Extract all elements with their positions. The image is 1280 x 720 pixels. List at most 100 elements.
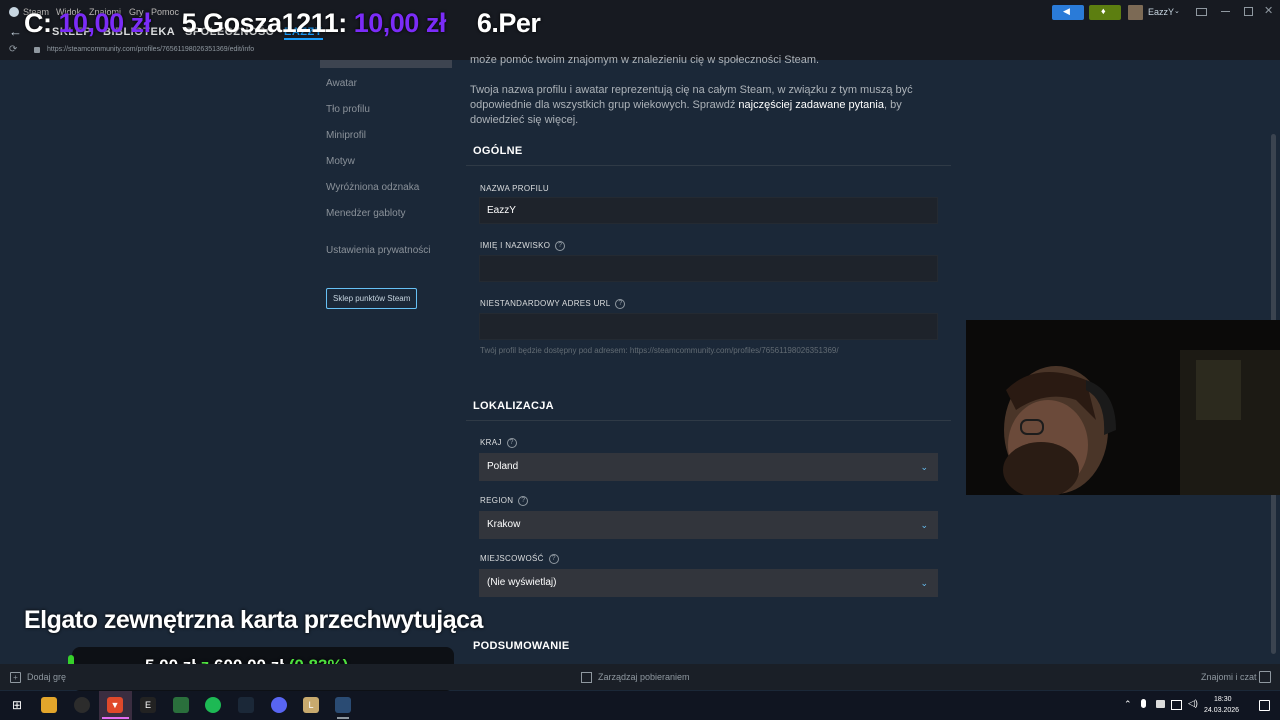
notifications-button[interactable]: ♦ [1089, 5, 1121, 20]
league-of-legends-icon[interactable]: L [303, 697, 319, 713]
big-picture-icon[interactable] [1196, 8, 1207, 16]
chevron-down-icon: ⌄ [920, 520, 928, 530]
nav-item-privacy[interactable]: Ustawienia prywatności [326, 245, 431, 256]
ticker-name: Per [498, 8, 541, 38]
obs-icon[interactable] [74, 697, 90, 713]
divider [466, 420, 951, 421]
steam-bottom-bar: + Dodaj grę Zarządzaj pobieraniem Znajom… [0, 664, 1280, 690]
custom-url-input[interactable] [479, 313, 938, 340]
nav-item-avatar[interactable]: Awatar [326, 78, 357, 89]
notification-center-icon[interactable] [1259, 700, 1270, 711]
user-menu[interactable]: EazzY ⌄ [1128, 5, 1184, 20]
region-label: REGION? [480, 496, 529, 506]
real-name-label: IMIĘ I NAZWISKO? [480, 241, 566, 251]
country-value: Poland [487, 461, 519, 472]
spotify-icon[interactable] [205, 697, 221, 713]
help-icon[interactable]: ? [518, 496, 529, 506]
real-name-label-text: IMIĘ I NAZWISKO [480, 241, 551, 251]
summary-heading: PODSUMOWANIE [473, 640, 570, 652]
city-value: (Nie wyświetlaj) [487, 577, 557, 588]
custom-url-label: NIESTANDARDOWY ADRES URL? [480, 299, 626, 309]
profile-name-input[interactable]: EazzY [479, 197, 938, 224]
lock-icon [34, 47, 40, 53]
close-icon[interactable]: ✕ [1264, 4, 1273, 17]
chevron-down-icon: ⌄ [1174, 8, 1180, 15]
app-icon[interactable] [173, 697, 189, 713]
add-game-button[interactable]: Dodaj grę [27, 672, 66, 682]
custom-url-label-text: NIESTANDARDOWY ADRES URL [480, 299, 611, 309]
points-shop-button[interactable]: Sklep punktów Steam [326, 288, 418, 309]
maximize-icon[interactable] [1244, 7, 1253, 16]
nav-item-showcase-manager[interactable]: Menedżer gabloty [326, 208, 406, 219]
ticker-name: Gosza1211: [203, 8, 347, 38]
network-icon[interactable] [1171, 700, 1182, 710]
discord-icon[interactable] [271, 697, 287, 713]
donation-ticker: C: 10,00 zł 5.Gosza1211: 10,00 zł 6.Per [24, 8, 541, 39]
location-heading: LOKALIZACJA [473, 400, 554, 412]
chevron-down-icon: ⌄ [920, 462, 928, 472]
help-icon[interactable]: ? [506, 438, 517, 448]
minimize-icon[interactable] [1221, 11, 1230, 12]
steam-logo-icon [9, 7, 19, 17]
tray-app-icon[interactable] [1156, 700, 1165, 708]
country-select[interactable]: Poland ⌄ [479, 453, 938, 481]
manage-downloads-button[interactable]: Zarządzaj pobieraniem [598, 672, 690, 682]
ticker-amount: 10,00 zł [58, 8, 152, 38]
nav-item-background[interactable]: Tło profilu [326, 104, 370, 115]
country-label-text: KRAJ [480, 438, 502, 448]
add-game-icon[interactable]: + [10, 672, 21, 683]
city-label-text: MIEJSCOWOŚĆ [480, 554, 544, 564]
general-heading: OGÓLNE [473, 145, 523, 157]
region-label-text: REGION [480, 496, 514, 506]
megaphone-icon: ◀ [1063, 6, 1070, 16]
ticker-prefix: C: [24, 8, 52, 38]
clock-time[interactable]: 18:30 [1214, 696, 1232, 703]
reload-icon[interactable]: ⟳ [9, 44, 17, 55]
username: EazzY [1148, 7, 1175, 17]
nav-item-miniprofile[interactable]: Miniprofil [326, 130, 366, 141]
ticker-rank: 5. [181, 8, 204, 38]
help-icon[interactable]: ? [615, 299, 626, 309]
nav-item-featured-badge[interactable]: Wyróżniona odznaka [326, 182, 419, 193]
windows-start-icon[interactable]: ⊞ [9, 697, 25, 713]
steam-icon[interactable] [238, 697, 254, 713]
volume-icon[interactable]: ◁) [1188, 698, 1198, 709]
region-value: Krakow [487, 519, 521, 530]
windows-taskbar: ⊞ ▼ E L ⌃ ◁) 18:30 24.03.2026 [0, 691, 1280, 720]
nav-selected-item[interactable] [320, 60, 452, 68]
bell-icon: ♦ [1101, 6, 1106, 16]
steam-window-underline [337, 717, 349, 719]
region-select[interactable]: Krakow ⌄ [479, 511, 938, 539]
profile-name-label: NAZWA PROFILU [480, 184, 549, 193]
friends-chat-button[interactable]: Znajomi i czat [1201, 672, 1257, 682]
microphone-icon[interactable] [1141, 699, 1146, 708]
country-label: KRAJ? [480, 438, 517, 448]
downloads-icon [581, 672, 592, 683]
ticker-amount: 10,00 zł [353, 8, 447, 38]
webcam-feed [966, 320, 1280, 495]
faq-link[interactable]: najczęściej zadawane pytania [738, 99, 884, 111]
city-label: MIEJSCOWOŚĆ? [480, 554, 559, 564]
friends-chat-icon[interactable] [1259, 671, 1271, 683]
clock-date[interactable]: 24.03.2026 [1204, 707, 1239, 714]
webcam-image [966, 320, 1280, 495]
back-arrow-icon[interactable]: ← [9, 24, 22, 39]
nav-item-theme[interactable]: Motyw [326, 156, 355, 167]
active-app-underline [102, 717, 129, 719]
intro-text: Twoja nazwa profilu i awatar reprezentuj… [470, 83, 940, 128]
custom-url-hint: Twój profil będzie dostępny pod adresem:… [480, 346, 839, 355]
announcements-button[interactable]: ◀ [1052, 5, 1084, 20]
city-select[interactable]: (Nie wyświetlaj) ⌄ [479, 569, 938, 597]
epic-games-icon[interactable]: E [140, 697, 156, 713]
chevron-down-icon: ⌄ [920, 578, 928, 588]
brave-browser-icon[interactable]: ▼ [107, 697, 123, 713]
real-name-input[interactable] [479, 255, 938, 282]
file-explorer-icon[interactable] [41, 697, 57, 713]
tray-chevron-icon[interactable]: ⌃ [1124, 699, 1132, 710]
avatar [1128, 5, 1143, 20]
steam-window-icon[interactable] [335, 697, 351, 713]
url-text[interactable]: https://steamcommunity.com/profiles/7656… [47, 46, 254, 53]
help-icon[interactable]: ? [555, 241, 566, 251]
help-icon[interactable]: ? [548, 554, 559, 564]
ticker-rank: 6. [476, 8, 499, 38]
